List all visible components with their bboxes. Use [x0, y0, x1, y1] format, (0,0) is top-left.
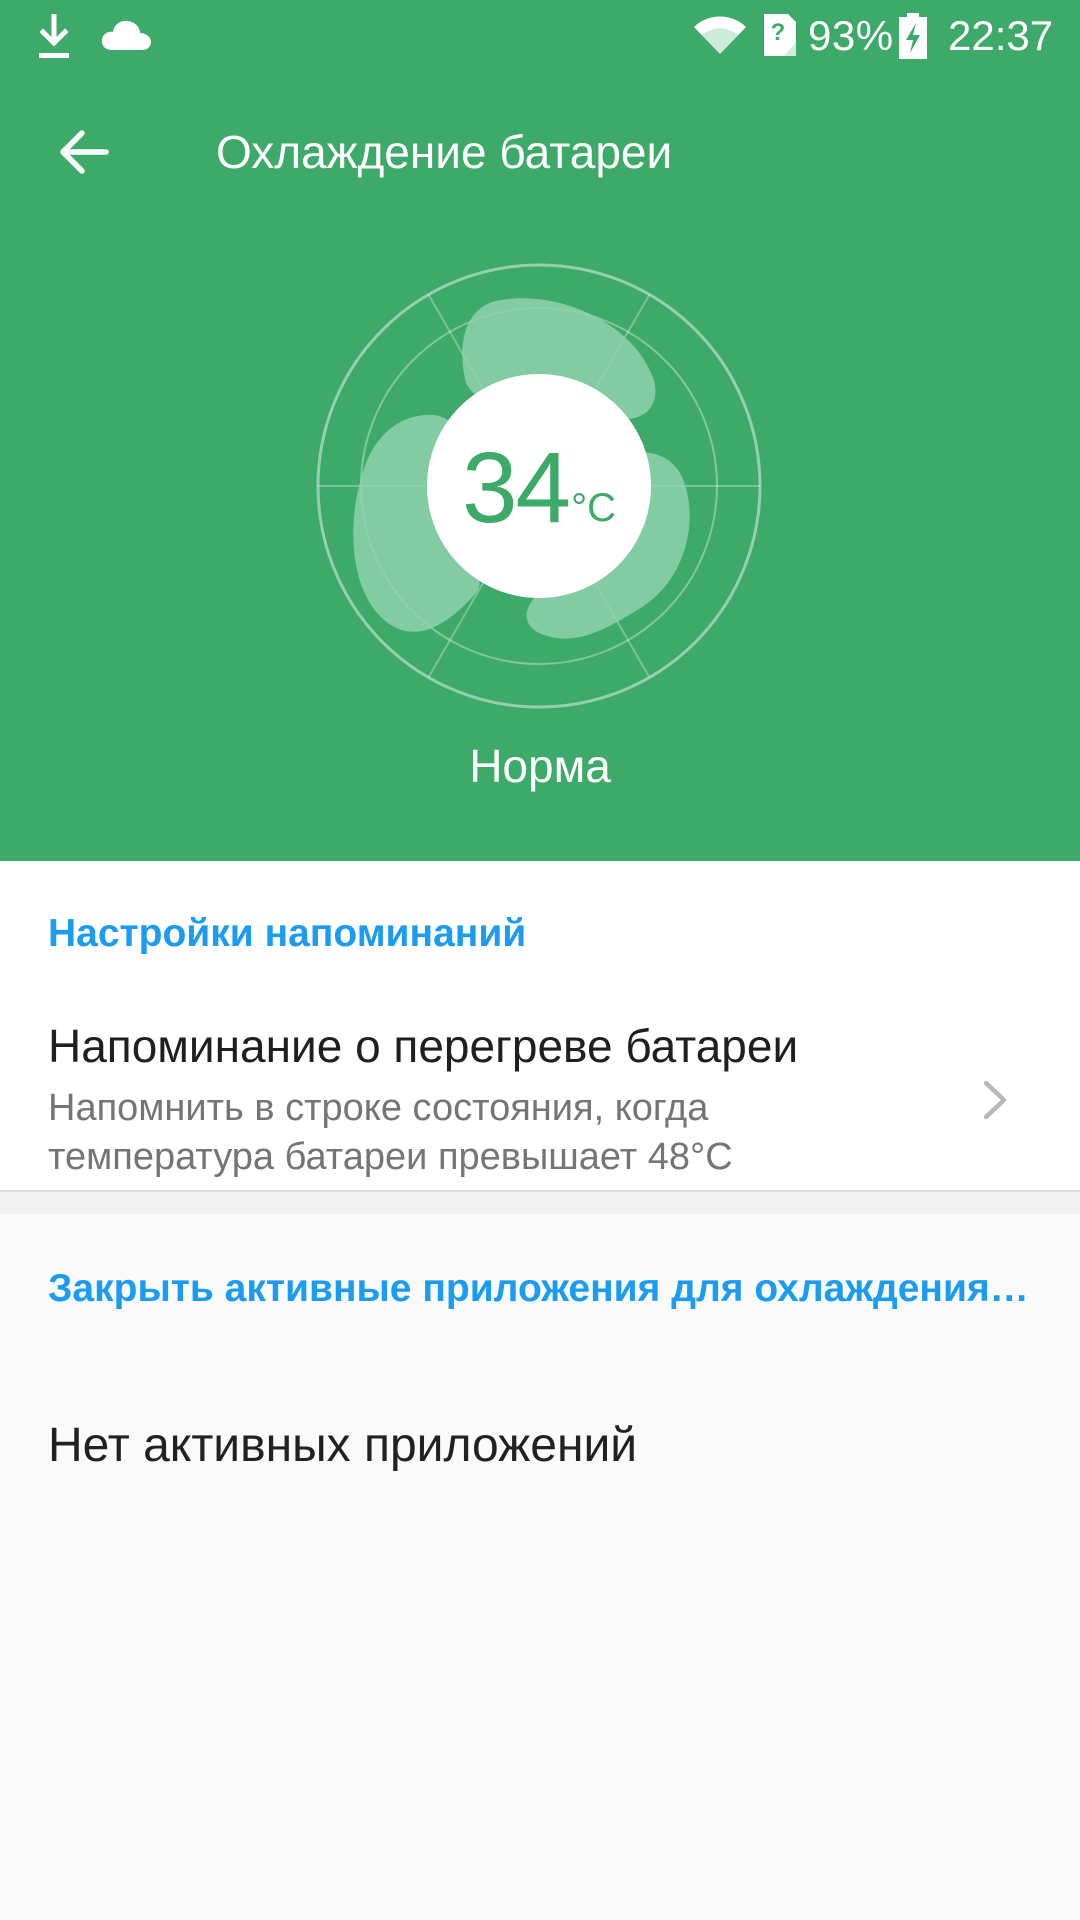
- temperature-value: 34: [461, 432, 571, 544]
- back-button[interactable]: [44, 112, 124, 192]
- no-sim-symbol: ?: [770, 19, 786, 46]
- section-gap: [0, 1192, 1080, 1214]
- header-panel: ? 93% 22:37 Охлаждение батареи 34 °C Нор…: [0, 0, 1080, 861]
- battery-cooling-screen: ? 93% 22:37 Охлаждение батареи 34 °C Нор…: [0, 0, 1080, 1920]
- no-sim-icon: ?: [762, 12, 798, 58]
- wifi-icon: [694, 16, 746, 54]
- temperature-status: Норма: [469, 740, 611, 792]
- status-bar: ? 93% 22:37: [0, 0, 1080, 74]
- active-apps-section-header: Закрыть активные приложения для охлажден…: [48, 1267, 1029, 1310]
- arrow-back-icon: [60, 130, 109, 174]
- temperature-readout: 34 °C: [316, 263, 762, 709]
- download-arrow-icon: [39, 14, 69, 58]
- battery-percentage: 93%: [808, 12, 894, 59]
- temperature-unit: °C: [571, 486, 617, 530]
- page-title: Охлаждение батареи: [216, 126, 673, 178]
- cloud-icon: [101, 20, 151, 50]
- no-active-apps-text: Нет активных приложений: [48, 1419, 638, 1472]
- temperature-gauge: 34 °C: [316, 263, 762, 709]
- clock: 22:37: [948, 12, 1054, 59]
- overheat-reminder-title: Напоминание о перегреве батареи: [48, 1020, 799, 1072]
- reminder-section-header: Настройки напоминаний: [48, 912, 527, 955]
- overheat-reminder-subtitle: Напомнить в строке состояния, когда темп…: [48, 1087, 733, 1178]
- overheat-reminder-item[interactable]: Напоминание о перегреве батареи Напомнит…: [0, 1000, 1080, 1190]
- chevron-right-icon: [983, 1080, 1007, 1120]
- battery-charging-icon: [899, 13, 927, 59]
